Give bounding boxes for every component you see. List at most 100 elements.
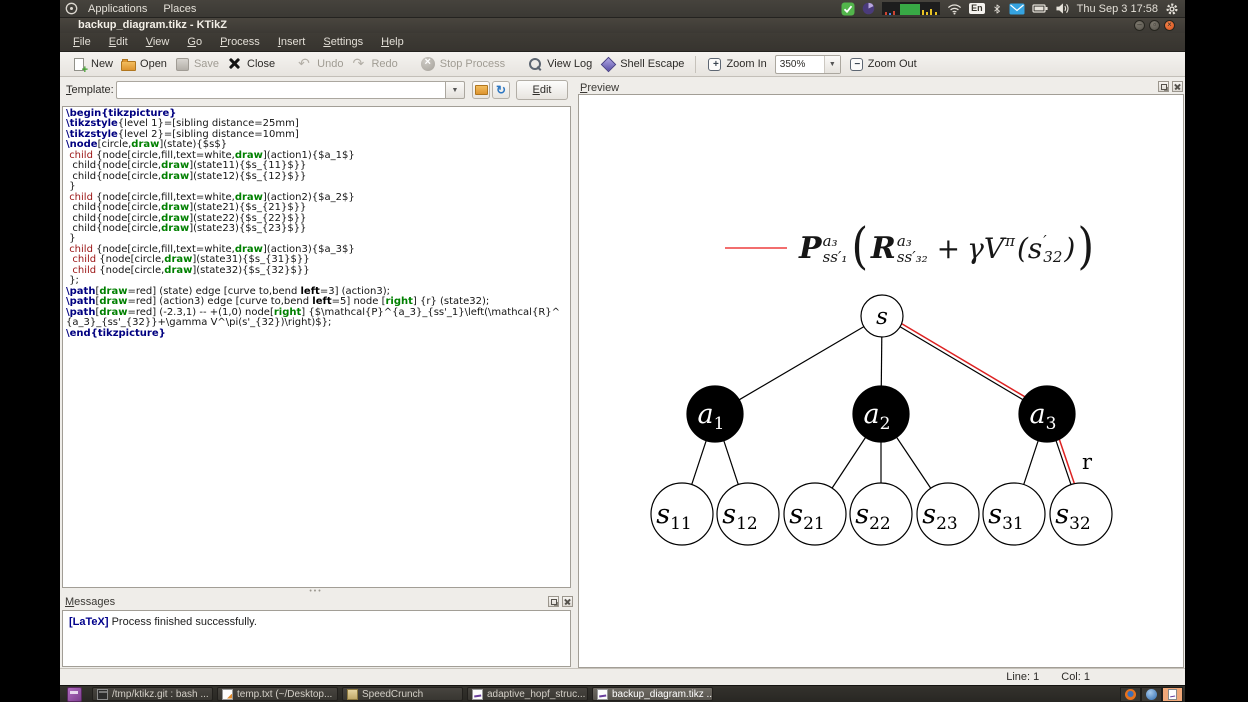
zoomin-icon bbox=[708, 57, 722, 71]
toolbar-shellescape-button[interactable]: Shell Escape bbox=[600, 56, 684, 72]
message-tag: [LaTeX] bbox=[69, 616, 109, 628]
zoomout-icon bbox=[849, 57, 864, 71]
preview-float-icon[interactable] bbox=[1158, 81, 1169, 92]
maximize-button[interactable]: ▫ bbox=[1149, 19, 1160, 31]
toolbar-close-button[interactable]: Close bbox=[227, 56, 275, 72]
toolbar-save-button[interactable]: Save bbox=[175, 57, 219, 72]
toolbar: New Open Save Close Undo Redo Stop Process View… bbox=[60, 52, 1185, 77]
mail-icon[interactable] bbox=[1009, 1, 1025, 16]
toolbar-undo-button[interactable]: Undo bbox=[297, 55, 343, 72]
close-icon bbox=[227, 56, 243, 72]
menu-go[interactable]: Go bbox=[178, 34, 211, 50]
splitter-handle[interactable]: ••• bbox=[60, 588, 572, 595]
preview-panel: Pa₃ ss′₁(Ra₃ ss′₃₂ + γV π(s ′ 32)) s a1 a2 a3 s11 s1… bbox=[578, 94, 1184, 668]
save-icon bbox=[175, 57, 189, 71]
menu-settings[interactable]: Settings bbox=[314, 34, 372, 50]
taskbar-window-5[interactable]: backup_diagram.tikz ... bbox=[592, 687, 713, 701]
preview-close-icon[interactable] bbox=[1172, 81, 1183, 92]
template-combobox[interactable] bbox=[116, 81, 446, 99]
messages-float-icon[interactable] bbox=[548, 596, 559, 607]
red-edge-action3-state32 bbox=[1058, 439, 1076, 484]
edge-action3-state32 bbox=[1055, 440, 1072, 485]
software-updater-icon[interactable] bbox=[841, 1, 855, 16]
file-manager-icon[interactable] bbox=[67, 686, 82, 702]
redo-icon bbox=[351, 55, 367, 72]
tray-firefox-icon[interactable] bbox=[1120, 686, 1141, 702]
message-text: Process finished successfully. bbox=[108, 616, 257, 628]
edge-action1-state11 bbox=[691, 440, 707, 485]
toolbar-zoomin-button[interactable]: Zoom In bbox=[707, 57, 767, 72]
code-line: child {node[circle,draw](state32){$s_{32… bbox=[72, 264, 310, 276]
toolbar-stop-button[interactable]: Stop Process bbox=[420, 56, 505, 72]
code-line: child{node[circle,draw](state23){$s_{23}… bbox=[66, 222, 307, 234]
system-monitor-icon[interactable] bbox=[882, 1, 941, 16]
edge-state-action3 bbox=[899, 326, 1024, 401]
edge-state-action1 bbox=[738, 326, 865, 401]
toolbar-zoomout-button[interactable]: Zoom Out bbox=[849, 57, 917, 72]
window-titlebar[interactable]: backup_diagram.tikz - KTikZ – ▫ × bbox=[60, 17, 1185, 33]
zoom-level-value: 350% bbox=[779, 58, 806, 70]
clock[interactable]: Thu Sep 3 17:58 bbox=[1077, 3, 1158, 15]
tray-ktikz-icon[interactable] bbox=[1162, 686, 1183, 702]
edge-action2-state23 bbox=[896, 436, 932, 489]
distro-logo-icon[interactable] bbox=[65, 1, 78, 16]
wifi-icon[interactable] bbox=[947, 1, 962, 16]
applications-menu[interactable]: Applications bbox=[82, 3, 153, 15]
desktop-screen: Applications Places En Thu Sep 3 17:58 b… bbox=[60, 0, 1185, 702]
places-menu[interactable]: Places bbox=[157, 3, 202, 15]
code-editor[interactable]: \begin{tikzpicture} \tikzstyle{level 1}=[… bbox=[62, 106, 571, 588]
taskbar-window-2[interactable]: temp.txt (~/Desktop... bbox=[217, 687, 338, 701]
bottom-taskbar: /tmp/ktikz.git : bash ... temp.txt (~/Des… bbox=[60, 685, 1185, 702]
menu-bar: File Edit View Go Process Insert Settings Help bbox=[60, 33, 1185, 52]
node-label-state: s bbox=[876, 304, 888, 330]
menu-view[interactable]: View bbox=[137, 34, 179, 50]
menu-process[interactable]: Process bbox=[211, 34, 269, 50]
window-title: backup_diagram.tikz - KTikZ bbox=[78, 19, 227, 31]
messages-panel: [LaTeX] Process finished successfully. bbox=[62, 610, 571, 667]
viewlog-icon bbox=[527, 56, 543, 72]
work-area: Template: ▼ ↻ Edit Preview \begin{tikzpi… bbox=[60, 77, 1185, 668]
close-button[interactable]: × bbox=[1164, 19, 1175, 31]
time-tracker-icon[interactable] bbox=[862, 1, 875, 16]
edge-action1-state12 bbox=[723, 440, 739, 485]
status-line: Line: 1 bbox=[1006, 671, 1040, 683]
textedit-icon bbox=[222, 688, 233, 700]
tray-globe-icon[interactable] bbox=[1141, 686, 1162, 702]
new-icon bbox=[74, 58, 88, 76]
edge-label-r: r bbox=[1082, 450, 1093, 474]
menu-file[interactable]: File bbox=[64, 34, 100, 50]
open-icon bbox=[121, 59, 137, 71]
keyboard-layout-indicator[interactable]: En bbox=[969, 3, 985, 14]
edge-action3-state31 bbox=[1023, 440, 1039, 485]
status-bar: Line: 1 Col: 1 bbox=[60, 668, 1185, 685]
toolbar-viewlog-button[interactable]: View Log bbox=[527, 56, 592, 72]
template-open-folder-button[interactable] bbox=[472, 81, 490, 99]
template-bar: Template: ▼ ↻ Edit bbox=[60, 77, 572, 104]
taskbar-window-1[interactable]: /tmp/ktikz.git : bash ... bbox=[92, 687, 213, 701]
toolbar-new-button[interactable]: New bbox=[72, 57, 113, 76]
toolbar-open-button[interactable]: Open bbox=[121, 57, 167, 71]
taskbar-window-3[interactable]: SpeedCrunch bbox=[342, 687, 463, 701]
edge-action2-state21 bbox=[831, 437, 867, 489]
red-edge-state-action3 bbox=[901, 323, 1026, 398]
ktikz-icon bbox=[472, 688, 483, 700]
menu-edit[interactable]: Edit bbox=[100, 34, 137, 50]
zoom-dropdown-arrow[interactable]: ▼ bbox=[823, 55, 840, 73]
messages-close-icon[interactable] bbox=[562, 596, 573, 607]
template-edit-button[interactable]: Edit bbox=[516, 80, 568, 100]
menu-insert[interactable]: Insert bbox=[269, 34, 315, 50]
menu-help[interactable]: Help bbox=[372, 34, 413, 50]
volume-icon[interactable] bbox=[1055, 1, 1070, 16]
battery-icon[interactable] bbox=[1032, 1, 1048, 16]
zoom-level-combobox[interactable]: 350% ▼ bbox=[774, 54, 841, 74]
messages-panel-title: Messages bbox=[65, 596, 116, 608]
preview-panel-title: Preview bbox=[580, 82, 620, 94]
toolbar-redo-button[interactable]: Redo bbox=[351, 55, 397, 72]
template-reload-button[interactable]: ↻ bbox=[492, 81, 510, 99]
taskbar-window-4[interactable]: adaptive_hopf_struc... bbox=[467, 687, 588, 701]
minimize-button[interactable]: – bbox=[1134, 19, 1145, 31]
top-panel: Applications Places En Thu Sep 3 17:58 bbox=[60, 0, 1185, 18]
session-gear-icon[interactable] bbox=[1165, 1, 1179, 16]
bluetooth-icon[interactable] bbox=[992, 1, 1002, 16]
template-dropdown-arrow[interactable]: ▼ bbox=[446, 81, 465, 99]
